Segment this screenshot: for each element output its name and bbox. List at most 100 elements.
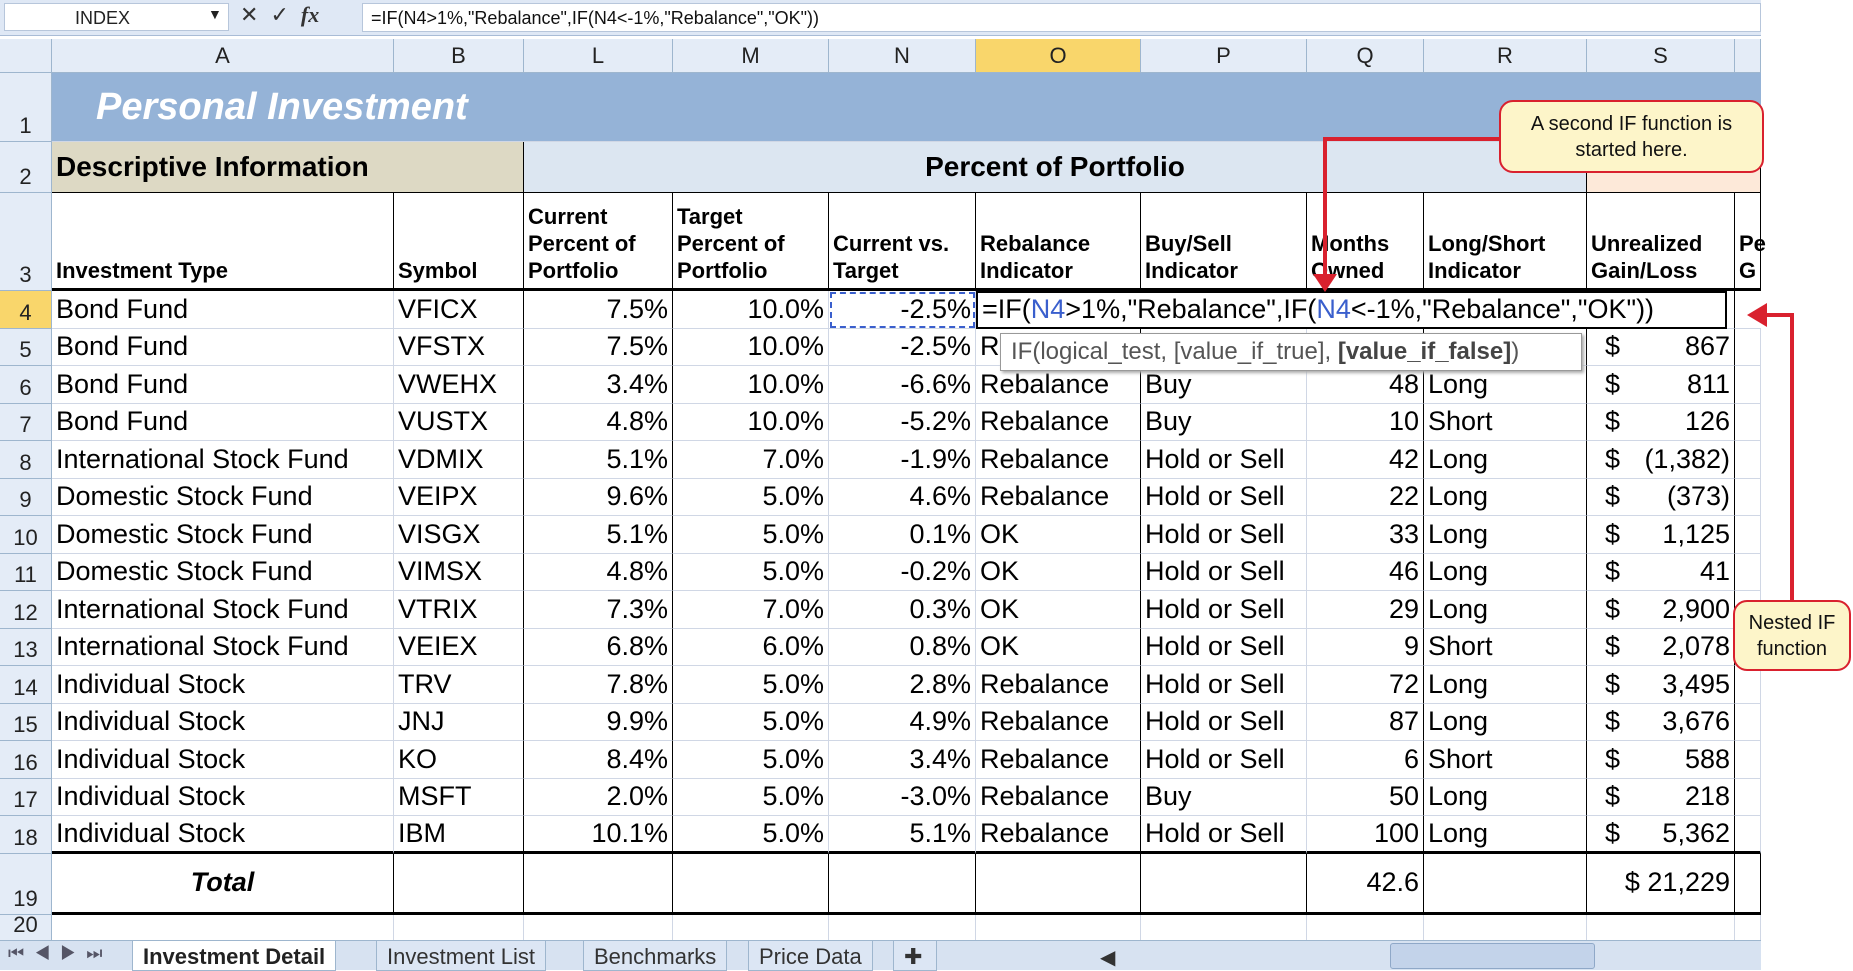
row-header-3[interactable]: 3: [0, 193, 52, 291]
cell-r13[interactable]: Short: [1424, 628, 1587, 666]
gain-cell[interactable]: $41: [1587, 553, 1735, 591]
cell-5[interactable]: [1735, 328, 1761, 366]
cell-b7[interactable]: VUSTX: [394, 403, 524, 441]
cell-b18[interactable]: IBM: [394, 816, 524, 854]
cell-l6[interactable]: 3.4%: [524, 366, 673, 404]
row-header-14[interactable]: 14: [0, 666, 52, 704]
cell-q15[interactable]: 87: [1307, 703, 1424, 741]
cell-b9[interactable]: VEIPX: [394, 478, 524, 516]
cell-r6[interactable]: Long: [1424, 366, 1587, 404]
cell-n17[interactable]: -3.0%: [829, 778, 976, 816]
total-months[interactable]: 42.6: [1307, 853, 1424, 915]
total-cell[interactable]: [673, 853, 829, 915]
gain-cell[interactable]: $588: [1587, 741, 1735, 779]
cell-r16[interactable]: Short: [1424, 741, 1587, 779]
cell-l18[interactable]: 10.1%: [524, 816, 673, 854]
cancel-icon[interactable]: ✕: [240, 2, 258, 28]
cell-a5[interactable]: Bond Fund: [52, 328, 394, 366]
total-cell[interactable]: [829, 853, 976, 915]
cell-m9[interactable]: 5.0%: [673, 478, 829, 516]
cell-p13[interactable]: Hold or Sell: [1141, 628, 1307, 666]
column-header-L[interactable]: L: [524, 39, 673, 73]
select-all-button[interactable]: [0, 39, 52, 73]
cell-a18[interactable]: Individual Stock: [52, 816, 394, 854]
cell-b4[interactable]: VFICX: [394, 291, 524, 329]
cell-o12[interactable]: OK: [976, 591, 1141, 629]
cell-l11[interactable]: 4.8%: [524, 553, 673, 591]
cell-q13[interactable]: 9: [1307, 628, 1424, 666]
row-header-7[interactable]: 7: [0, 403, 52, 441]
cell-b17[interactable]: MSFT: [394, 778, 524, 816]
gain-cell[interactable]: $867: [1587, 328, 1735, 366]
empty-cell[interactable]: [1141, 914, 1307, 941]
name-box[interactable]: INDEX: [4, 3, 229, 31]
cell-b15[interactable]: JNJ: [394, 703, 524, 741]
cell-m6[interactable]: 10.0%: [673, 366, 829, 404]
cell-a16[interactable]: Individual Stock: [52, 741, 394, 779]
empty-cell[interactable]: [1307, 914, 1424, 941]
cell-n16[interactable]: 3.4%: [829, 741, 976, 779]
cell-r10[interactable]: Long: [1424, 516, 1587, 554]
cell-q12[interactable]: 29: [1307, 591, 1424, 629]
cell-a6[interactable]: Bond Fund: [52, 366, 394, 404]
row-header-19[interactable]: 19: [0, 853, 52, 915]
gain-cell[interactable]: $5,362: [1587, 816, 1735, 854]
cell-q18[interactable]: 100: [1307, 816, 1424, 854]
cell-r8[interactable]: Long: [1424, 441, 1587, 479]
empty-cell[interactable]: [829, 914, 976, 941]
cell-n7[interactable]: -5.2%: [829, 403, 976, 441]
horizontal-scrollbar-thumb[interactable]: [1390, 943, 1595, 969]
cell-p14[interactable]: Hold or Sell: [1141, 666, 1307, 704]
row-header-17[interactable]: 17: [0, 778, 52, 816]
gain-cell[interactable]: $811: [1587, 366, 1735, 404]
cell-r18[interactable]: Long: [1424, 816, 1587, 854]
insert-sheet-icon[interactable]: ✚: [893, 941, 937, 971]
cell-l13[interactable]: 6.8%: [524, 628, 673, 666]
cell-m13[interactable]: 6.0%: [673, 628, 829, 666]
gain-cell[interactable]: $2,900: [1587, 591, 1735, 629]
cell-r17[interactable]: Long: [1424, 778, 1587, 816]
row-header-4[interactable]: 4: [0, 291, 52, 329]
cell-p9[interactable]: Hold or Sell: [1141, 478, 1307, 516]
gain-cell[interactable]: $218: [1587, 778, 1735, 816]
tab-price-data[interactable]: Price Data: [748, 941, 873, 971]
cell-n10[interactable]: 0.1%: [829, 516, 976, 554]
cell-18[interactable]: [1735, 816, 1761, 854]
cell-a8[interactable]: International Stock Fund: [52, 441, 394, 479]
column-header-R[interactable]: R: [1424, 39, 1587, 73]
scroll-left-icon[interactable]: ◀: [1100, 945, 1115, 970]
cell-p7[interactable]: Buy: [1141, 403, 1307, 441]
row-header-16[interactable]: 16: [0, 741, 52, 779]
column-header-M[interactable]: M: [673, 39, 829, 73]
cell-p8[interactable]: Hold or Sell: [1141, 441, 1307, 479]
cell-o11[interactable]: OK: [976, 553, 1141, 591]
row-header-8[interactable]: 8: [0, 441, 52, 479]
empty-cell[interactable]: [1424, 914, 1587, 941]
cell-l10[interactable]: 5.1%: [524, 516, 673, 554]
row-header-1[interactable]: 1: [0, 73, 52, 142]
total-cell[interactable]: [1424, 853, 1587, 915]
cell-n4[interactable]: -2.5%: [829, 291, 976, 329]
cell-l15[interactable]: 9.9%: [524, 703, 673, 741]
cell-m4[interactable]: 10.0%: [673, 291, 829, 329]
column-header-S[interactable]: S: [1587, 39, 1735, 73]
cell-n9[interactable]: 4.6%: [829, 478, 976, 516]
cell-m5[interactable]: 10.0%: [673, 328, 829, 366]
cell-p10[interactable]: Hold or Sell: [1141, 516, 1307, 554]
cell-a14[interactable]: Individual Stock: [52, 666, 394, 704]
tab-investment-list[interactable]: Investment List: [376, 941, 546, 971]
name-box-dropdown-icon[interactable]: ▼: [208, 6, 222, 22]
gain-cell[interactable]: $126: [1587, 403, 1735, 441]
cell-p6[interactable]: Buy: [1141, 366, 1307, 404]
cell-a15[interactable]: Individual Stock: [52, 703, 394, 741]
row-header-13[interactable]: 13: [0, 628, 52, 666]
enter-icon[interactable]: ✓: [270, 2, 288, 28]
in-cell-formula[interactable]: =IF(N4 >1%,"Rebalance",IF(N4 <-1%,"Rebalan…: [976, 291, 1727, 329]
cell-o9[interactable]: Rebalance: [976, 478, 1141, 516]
cell-o6[interactable]: Rebalance: [976, 366, 1141, 404]
cell-p18[interactable]: Hold or Sell: [1141, 816, 1307, 854]
tab-benchmarks[interactable]: Benchmarks: [583, 941, 728, 971]
gain-cell[interactable]: $2,078: [1587, 628, 1735, 666]
cell-n15[interactable]: 4.9%: [829, 703, 976, 741]
column-header-A[interactable]: A: [52, 39, 394, 73]
